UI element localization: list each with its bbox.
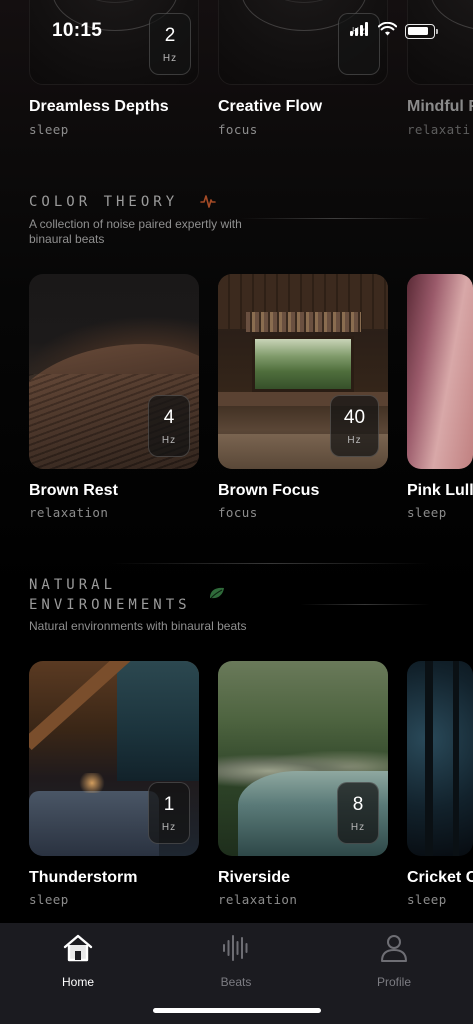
track-category: sleep: [29, 892, 69, 907]
frequency-unit: Hz: [161, 435, 177, 446]
frequency-value: 1: [163, 794, 175, 815]
status-time: 10:15: [52, 20, 103, 41]
home-indicator: [153, 1008, 321, 1013]
tab-home[interactable]: Home: [28, 931, 128, 989]
track-category: focus: [218, 122, 258, 137]
leaf-icon: [208, 586, 226, 605]
section-description: Natural environments with binaural beats: [29, 619, 247, 633]
pulse-icon: [200, 193, 216, 214]
frequency-value: 4: [163, 407, 175, 428]
frequency-unit: Hz: [161, 822, 177, 833]
track-title[interactable]: Cricket C: [407, 869, 473, 887]
track-category: sleep: [29, 122, 69, 137]
status-bar: 10:15: [0, 0, 473, 60]
frequency-unit: Hz: [350, 822, 366, 833]
frequency-badge: 8 Hz: [337, 782, 379, 844]
track-title[interactable]: Brown Focus: [218, 482, 319, 500]
section-separator: [110, 563, 430, 564]
track-card-brown-focus[interactable]: 40 Hz: [218, 274, 388, 469]
track-card-pink-lull[interactable]: [407, 274, 473, 469]
tab-profile[interactable]: Profile: [344, 931, 444, 989]
track-title[interactable]: Thunderstorm: [29, 869, 137, 887]
frequency-badge: 4 Hz: [148, 395, 190, 457]
frequency-value: 8: [352, 794, 364, 815]
frequency-badge: 40 Hz: [330, 395, 379, 457]
section-divider: [300, 604, 430, 605]
tab-label: Home: [61, 975, 94, 989]
tab-beats[interactable]: Beats: [186, 931, 286, 989]
track-card-thunderstorm[interactable]: 1 Hz: [29, 661, 199, 856]
section-title-natural: NATURAL ENVIRONEMENTS: [29, 575, 191, 615]
track-title[interactable]: Dreamless Depths: [29, 98, 169, 116]
track-category: sleep: [407, 892, 447, 907]
tab-label: Profile: [376, 975, 411, 989]
status-icons: [350, 21, 438, 41]
track-card-cricket[interactable]: [407, 661, 473, 856]
track-category: sleep: [407, 505, 447, 520]
track-category: relaxation: [218, 892, 298, 907]
section-description: A collection of noise paired expertly wi…: [29, 217, 242, 246]
track-title[interactable]: Creative Flow: [218, 98, 322, 116]
battery-icon: [405, 24, 438, 39]
frequency-unit: Hz: [347, 435, 362, 446]
tab-label: Beats: [220, 975, 252, 989]
track-title[interactable]: Brown Rest: [29, 482, 118, 500]
track-card-brown-rest[interactable]: 4 Hz: [29, 274, 199, 469]
track-title[interactable]: Pink Lull: [407, 482, 473, 500]
track-card-riverside[interactable]: 8 Hz: [218, 661, 388, 856]
section-title-line: NATURAL: [29, 577, 117, 593]
track-category: relaxati: [407, 122, 471, 137]
track-title[interactable]: Mindful F: [407, 98, 473, 116]
section-title-line: ENVIRONEMENTS: [29, 597, 191, 613]
frequency-badge: 1 Hz: [148, 782, 190, 844]
signal-icon: [350, 22, 370, 41]
track-title[interactable]: Riverside: [218, 869, 290, 887]
frequency-value: 40: [343, 407, 366, 428]
wifi-icon: [377, 21, 398, 41]
app-screen: 10:15 2 Hz Dreamless Depths sleep Hz Cre…: [0, 0, 473, 1024]
track-category: focus: [218, 505, 258, 520]
track-category: relaxation: [29, 505, 109, 520]
section-title-color-theory: COLOR THEORY: [29, 194, 179, 210]
